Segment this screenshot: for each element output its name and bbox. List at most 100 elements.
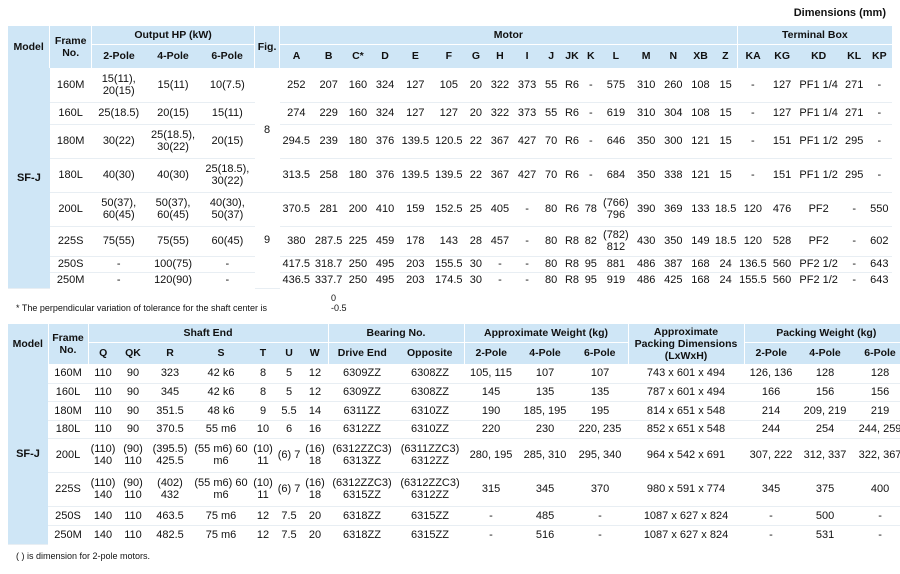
table-cell: 252 [279, 68, 313, 103]
table-cell: 295 [841, 158, 867, 193]
table-cell: 15 [714, 68, 738, 103]
motor-col-15: XB [686, 44, 715, 68]
table-row: SF-J 160M 15(11), 20(15) 15(11) 10(7.5) 8 252 2… [8, 68, 892, 289]
table-cell: 133 [686, 192, 715, 227]
table-cell: - [744, 506, 799, 526]
table-cell: (16) 18 [302, 472, 329, 507]
table-cell: 220, 235 [572, 420, 629, 439]
motor-col-4: E [398, 44, 433, 68]
table-cell: 476 [768, 192, 796, 227]
table-cell: 1087 x 627 x 824 [643, 528, 729, 541]
table-cell: 136.5 [737, 256, 769, 273]
table-cell: 743 x 601 x 494 [628, 364, 745, 384]
table-cell: (766) 796 [599, 192, 633, 227]
table-cell: 75(55) [91, 226, 146, 257]
table-cell: PF2 [795, 192, 842, 227]
table-cell: 427 [513, 158, 541, 193]
table-cell: 250 [344, 256, 372, 273]
table-cell: - [572, 506, 629, 526]
table-cell: 174.5 [435, 274, 463, 287]
table-cell: - [582, 158, 600, 193]
table-cell: - [852, 506, 900, 526]
table-cell: R8 [561, 226, 583, 257]
table-cell: 110 [88, 364, 118, 384]
motor-col-14: N [659, 44, 687, 68]
table-cell: 373 [513, 68, 541, 103]
table-cell: 200L [48, 438, 88, 473]
table-cell: 350 [632, 124, 660, 159]
packing-dimensions-header: Approximate Packing Dimensions (LxWxH) [627, 324, 745, 364]
table-cell: 6318ZZ [343, 528, 381, 541]
table-cell: 337.7 [314, 274, 343, 287]
table-cell: 550 [866, 192, 892, 227]
table-cell: 75(55) [145, 226, 201, 257]
table-cell: 78 [582, 192, 600, 227]
table-cell: 459 [371, 226, 399, 257]
table-cell: 128 [852, 364, 900, 384]
table-cell: 405 [486, 192, 514, 227]
table-cell: 295 [841, 124, 867, 159]
table-cell: 410 [371, 192, 399, 227]
table-cell: 295, 340 [572, 438, 629, 473]
table-cell: 156 [798, 383, 853, 402]
weight-col-2: 6-Pole [572, 342, 629, 364]
table-cell: 12 [302, 383, 329, 402]
table-cell: (110) 140 [88, 472, 118, 507]
table-cell: (110) 140 [88, 438, 118, 473]
motor-col-13: M [632, 44, 660, 68]
table-cell: 369 [659, 192, 687, 227]
table-cell: - [513, 226, 541, 257]
table-cell: 185, 195 [518, 401, 573, 421]
table-cell: 95 [584, 274, 597, 287]
table-cell: - [737, 124, 769, 159]
table-cell: - [841, 192, 867, 227]
table-cell: 155.5 [432, 256, 466, 273]
table-cell: 40(30) [145, 158, 201, 193]
table-cell: PF1 1/4 [795, 68, 842, 103]
table-cell: 110 [88, 401, 118, 421]
table-cell: 322 [486, 68, 514, 103]
table-cell: 528 [768, 226, 796, 257]
table-cell: 143 [432, 226, 466, 257]
table-cell: 367 [486, 124, 514, 159]
table-cell: (10) 11 [250, 438, 276, 473]
table-cell: 160L [48, 383, 88, 402]
table-cell: (6311ZZC3) 6312ZZ [396, 438, 465, 473]
table-cell: - [116, 274, 121, 287]
table-cell: 370.5 [148, 420, 192, 439]
table-row: 200L 50(37), 60(45) 50(37), 60(45) 40(30), … [8, 192, 892, 289]
table-cell: 40(30), 50(37) [200, 192, 255, 227]
table-cell: (782) 812 [599, 226, 633, 257]
table-cell: 281 [313, 192, 345, 227]
table-cell: R6 [561, 158, 583, 193]
table-cell: PF1 1/4 [795, 102, 842, 125]
table-cell: 531 [815, 528, 835, 541]
weight-col-0: 2-Pole [463, 342, 519, 364]
table-row: 225S (110) 140 (90) 110 (402) 432 (55 m6) 60… [8, 472, 900, 507]
table-cell: 602 [866, 226, 892, 257]
motor-col-5: F [432, 44, 466, 68]
shaft-col-4: T [250, 342, 276, 364]
table-cell: 120(90) [154, 274, 192, 287]
table-cell: 12 [256, 528, 270, 541]
shaft-col-6: W [302, 342, 329, 364]
table-cell: 350 [632, 158, 660, 193]
table-cell: 350 [659, 226, 687, 257]
table-cell: 105 [432, 68, 466, 103]
table-cell: 485 [518, 506, 573, 526]
table-cell: 139.5 [398, 124, 433, 159]
table-cell: 30 [469, 274, 483, 287]
table-cell: 345 [518, 472, 573, 507]
model-cell: SF-J [8, 68, 50, 289]
table-cell: 90 [118, 420, 148, 439]
fig-header: Fig. [254, 26, 280, 68]
table-cell: R6 [561, 124, 583, 159]
table-cell: 75 m6 [192, 506, 250, 526]
table-cell: 25(18.5), 30(22) [145, 124, 201, 159]
table-cell: 25 [465, 192, 487, 227]
table-cell: 155.5 [739, 274, 767, 287]
table-cell: 310 [632, 102, 660, 125]
table-cell: 42 k6 [192, 383, 250, 402]
table-cell: 20 [465, 102, 487, 125]
frame-header: Frame No. [49, 26, 92, 68]
